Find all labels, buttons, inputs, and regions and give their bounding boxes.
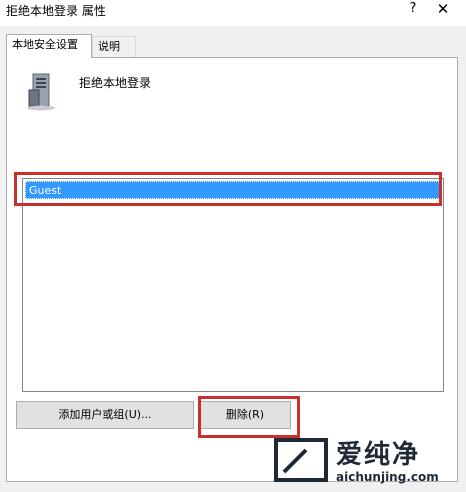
close-button[interactable]: ✕ [428,0,458,22]
help-button[interactable]: ? [402,0,424,22]
tab-explain[interactable]: 说明 [92,36,136,58]
watermark-url: aichunjing.com [336,470,439,484]
highlight-list-item [14,172,442,206]
policy-name: 拒绝本地登录 [79,76,152,90]
add-user-or-group-button[interactable]: 添加用户或组(U)... [16,401,194,429]
watermark-text: 爱纯净 [336,440,421,470]
tab-local-security-setting[interactable]: 本地安全设置 [6,34,92,58]
user-list[interactable]: Guest [22,178,444,392]
title-bar: 拒绝本地登录 属性 ? ✕ [0,0,466,26]
watermark: 爱纯净 aichunjing.com [266,432,466,492]
computer-tower-icon [27,73,55,111]
window-title: 拒绝本地登录 属性 [6,4,106,18]
watermark-logo-icon [274,438,328,482]
